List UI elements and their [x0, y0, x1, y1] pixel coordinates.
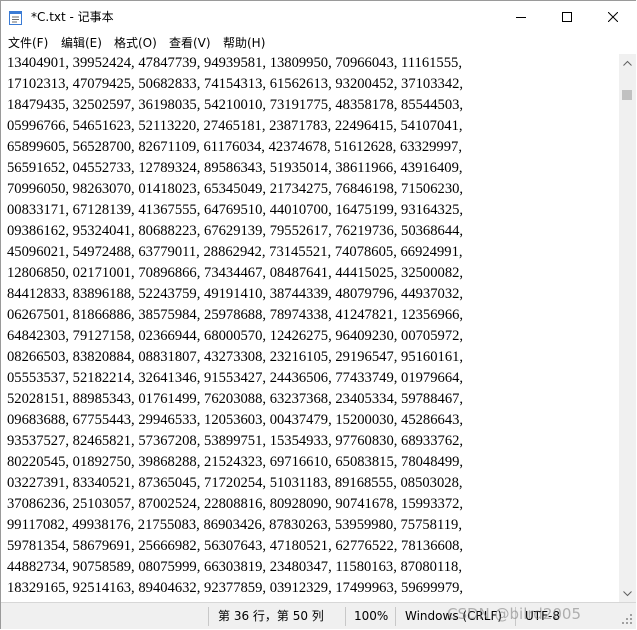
text-line: 37086236, 25103057, 87002524, 22808816, … — [7, 496, 464, 512]
close-icon — [608, 12, 618, 22]
menu-help[interactable]: 帮助(H) — [223, 35, 265, 52]
cursor-position: 第 36 行，第 50 列 — [218, 609, 324, 623]
minimize-button[interactable] — [498, 1, 544, 33]
zoom-level: 100% — [354, 609, 389, 623]
notepad-window: *C.txt - 记事本 文件(F) 编辑(E) 格式(O) 查看(V) 帮助(… — [0, 0, 636, 629]
text-line: 05553537, 52182214, 32641346, 91553427, … — [7, 370, 464, 386]
text-line: 52028151, 88985343, 01761499, 76203088, … — [7, 391, 464, 407]
text-line: 09683688, 67755443, 29946533, 12053603, … — [7, 412, 464, 428]
menu-format[interactable]: 格式(O) — [114, 35, 157, 52]
scroll-up-button[interactable] — [619, 54, 636, 71]
text-line: 99117082, 49938176, 21755083, 86903426, … — [7, 517, 462, 533]
text-line: 84412833, 83896188, 52243759, 49191410, … — [7, 286, 464, 302]
title-bar[interactable]: *C.txt - 记事本 — [1, 1, 636, 33]
vertical-scrollbar[interactable] — [619, 54, 636, 602]
menu-file[interactable]: 文件(F) — [8, 35, 48, 52]
text-line: 56591652, 04552733, 12789324, 89586343, … — [7, 160, 463, 176]
text-line: 06267501, 81866886, 38575984, 25978688, … — [7, 307, 464, 323]
text-line: 00833171, 67128139, 41367555, 64769510, … — [7, 202, 464, 218]
text-line: 65899605, 56528700, 82671109, 61176034, … — [7, 139, 462, 155]
resize-grip-icon[interactable] — [621, 613, 633, 625]
text-line: 13404901, 39952424, 47847739, 94939581, … — [7, 55, 462, 71]
text-line: 93537527, 82465821, 57367208, 53899751, … — [7, 433, 464, 449]
chevron-down-icon — [623, 590, 632, 596]
text-line: 45096021, 54972488, 63779011, 28862942, … — [7, 244, 463, 260]
text-line: 18479435, 32502597, 36198035, 54210010, … — [7, 97, 464, 113]
text-editor[interactable]: 13404901, 39952424, 47847739, 94939581, … — [1, 54, 619, 602]
text-line: 12806850, 02171001, 70896866, 73434467, … — [7, 265, 464, 281]
menu-bar: 文件(F) 编辑(E) 格式(O) 查看(V) 帮助(H) — [1, 33, 636, 54]
text-line: 05996766, 54651623, 52113220, 27465181, … — [7, 118, 463, 134]
watermark: CSDN @bilrd2005 — [447, 605, 581, 623]
minimize-icon — [516, 17, 526, 18]
close-button[interactable] — [590, 1, 636, 33]
text-line: 70996050, 98263070, 01418023, 65345049, … — [7, 181, 464, 197]
text-line: 08266503, 83820884, 08831807, 43273308, … — [7, 349, 464, 365]
window-title: *C.txt - 记事本 — [31, 10, 114, 24]
status-divider — [345, 607, 346, 626]
maximize-icon — [562, 12, 572, 22]
text-line: 09386162, 95324041, 80688223, 67629139, … — [7, 223, 464, 239]
text-line: 59781354, 58679691, 25666982, 56307643, … — [7, 538, 464, 554]
text-line: 64842303, 79127158, 02366944, 68000570, … — [7, 328, 464, 344]
status-divider — [395, 607, 396, 626]
menu-edit[interactable]: 编辑(E) — [61, 35, 102, 52]
status-divider — [208, 607, 209, 626]
text-line: 44882734, 90758589, 08075999, 66303819, … — [7, 559, 462, 575]
text-line: 17102313, 47079425, 50682833, 74154313, … — [7, 76, 464, 92]
scroll-thumb[interactable] — [622, 90, 632, 100]
text-line: 03227391, 83340521, 87365045, 71720254, … — [7, 475, 463, 491]
scroll-down-button[interactable] — [619, 585, 636, 602]
menu-view[interactable]: 查看(V) — [169, 35, 211, 52]
text-line: 80220545, 01892750, 39868288, 21524323, … — [7, 454, 464, 470]
chevron-up-icon — [623, 60, 632, 66]
notepad-icon — [9, 11, 22, 25]
maximize-button[interactable] — [544, 1, 590, 33]
text-line: 18329165, 92514163, 89404632, 92377859, … — [7, 580, 464, 596]
